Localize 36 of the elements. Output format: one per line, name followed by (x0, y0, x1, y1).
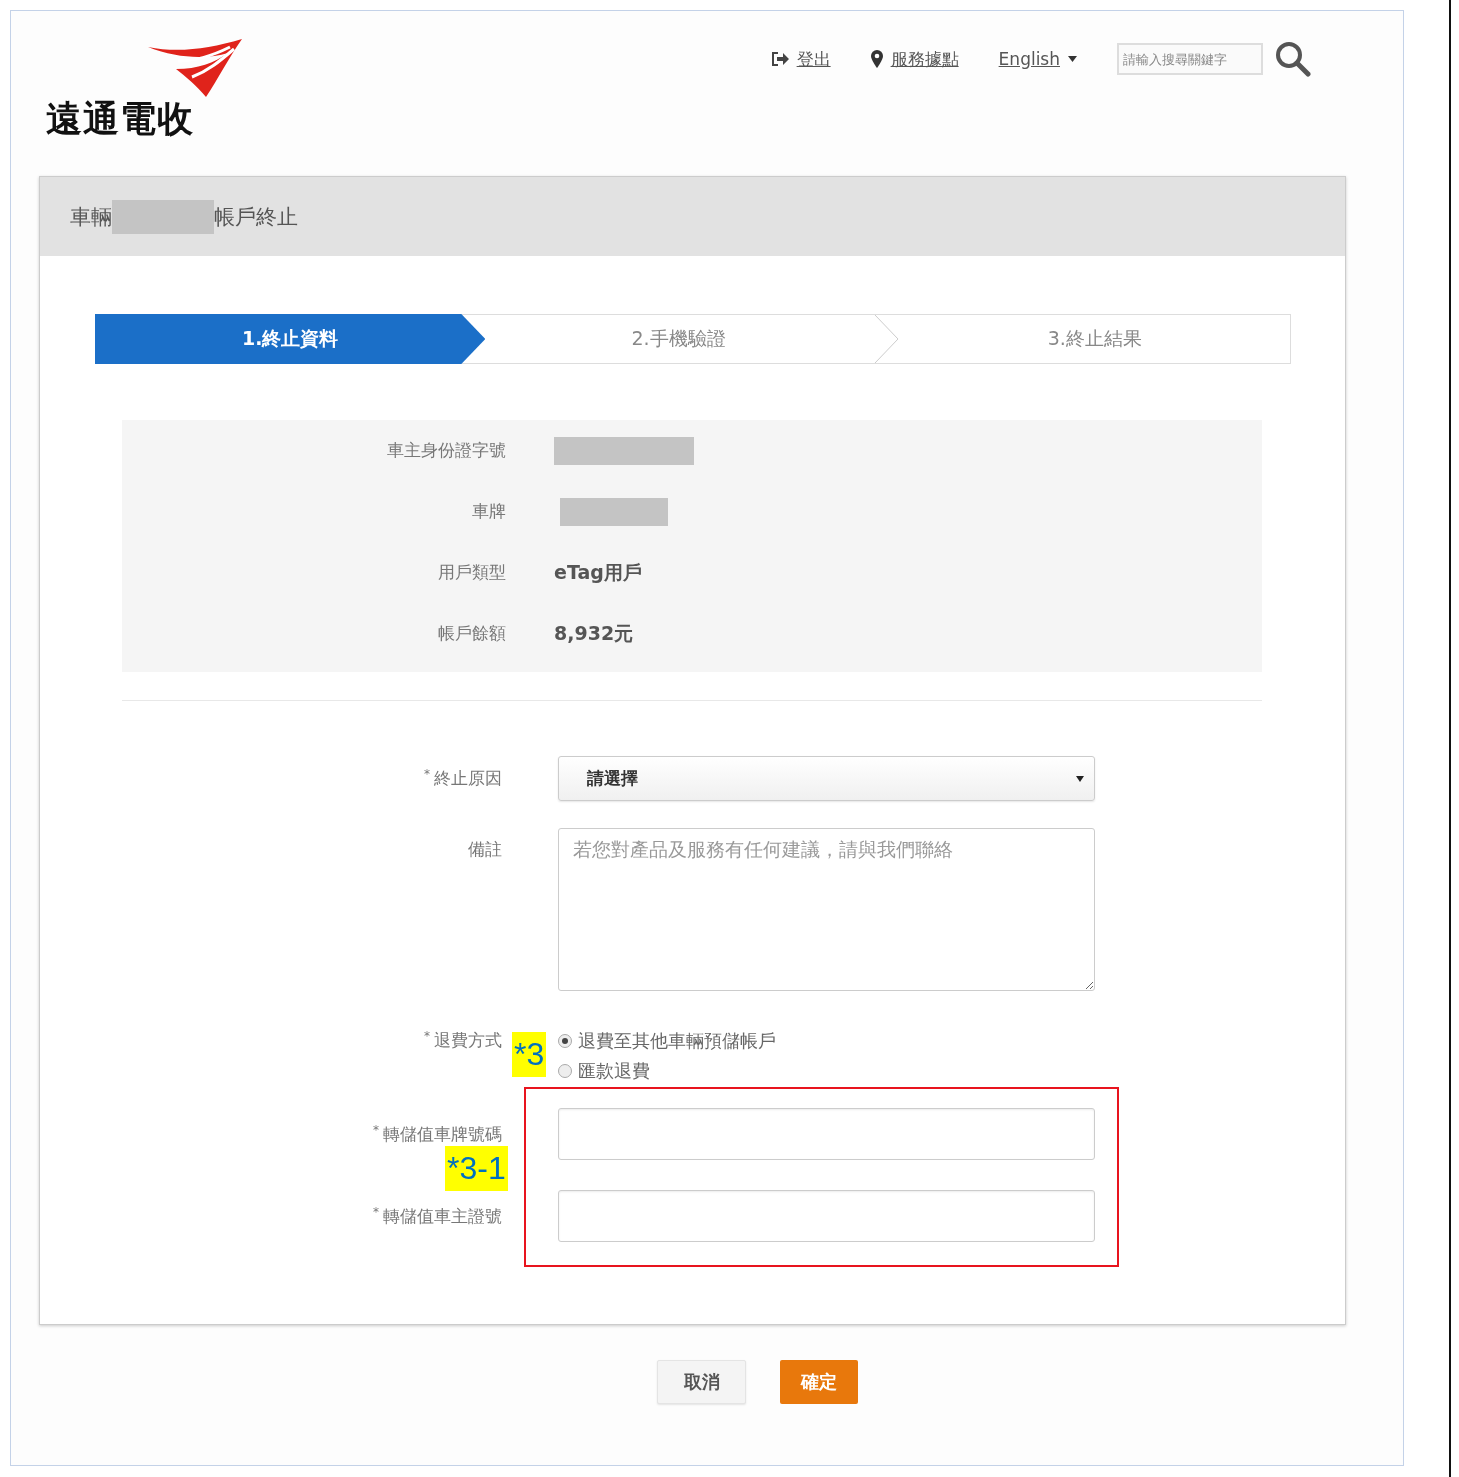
callout-label: *3-1 (445, 1146, 508, 1191)
info-value: eTag用戶 (554, 559, 643, 585)
field-label: * 退費方式 (423, 1029, 502, 1052)
logo-icon (148, 39, 242, 97)
search-field[interactable]: 請輸入搜尋關鍵字 (1117, 43, 1263, 75)
info-label: 帳戶餘額 (437, 622, 506, 645)
field-label: 備註 (467, 838, 502, 861)
remarks-field[interactable]: 若您對產品及服務有任何建議，請與我們聯絡 (558, 828, 1095, 991)
caret-icon (1076, 775, 1084, 782)
info-label: 車牌 (471, 500, 506, 523)
card-title: 帳戶終止 (214, 203, 298, 231)
caret-icon (1068, 56, 1077, 62)
nav-link[interactable]: English (998, 49, 1077, 69)
field-label: * 終止原因 (423, 767, 502, 790)
step-tab[interactable]: 1.終止資料 (95, 314, 486, 364)
card-title: 車輛 (70, 203, 112, 231)
radio-option[interactable]: 退費至其他車輛預儲帳戶 (558, 1029, 1095, 1053)
field-label: * 轉儲值車牌號碼 (372, 1122, 502, 1146)
callout-label: *3 (512, 1032, 547, 1077)
radio-option[interactable]: 匯款退費 (558, 1059, 1095, 1083)
info-label: 用戶類型 (437, 561, 506, 584)
logout-icon (770, 51, 789, 67)
search-icon[interactable] (1275, 41, 1311, 77)
info-label: 車主身份證字號 (386, 439, 506, 462)
step-tab[interactable]: 2.手機驗證 (483, 315, 874, 363)
chevron-divider (873, 315, 900, 363)
cancel-button[interactable]: 取消 (657, 1360, 746, 1404)
field-label: * 轉儲值車主證號 (372, 1204, 502, 1228)
nav-link[interactable]: 登出 (770, 47, 831, 71)
reason-dropdown[interactable]: 請選擇 (558, 756, 1095, 801)
map-pin-icon (870, 50, 883, 68)
step-tab[interactable]: 3.終止結果 (899, 315, 1290, 363)
info-value: 8,932元 (554, 620, 635, 646)
logo-text: 遠通電收 (46, 99, 194, 139)
input-field[interactable] (558, 1108, 1095, 1160)
input-field[interactable] (558, 1190, 1095, 1242)
